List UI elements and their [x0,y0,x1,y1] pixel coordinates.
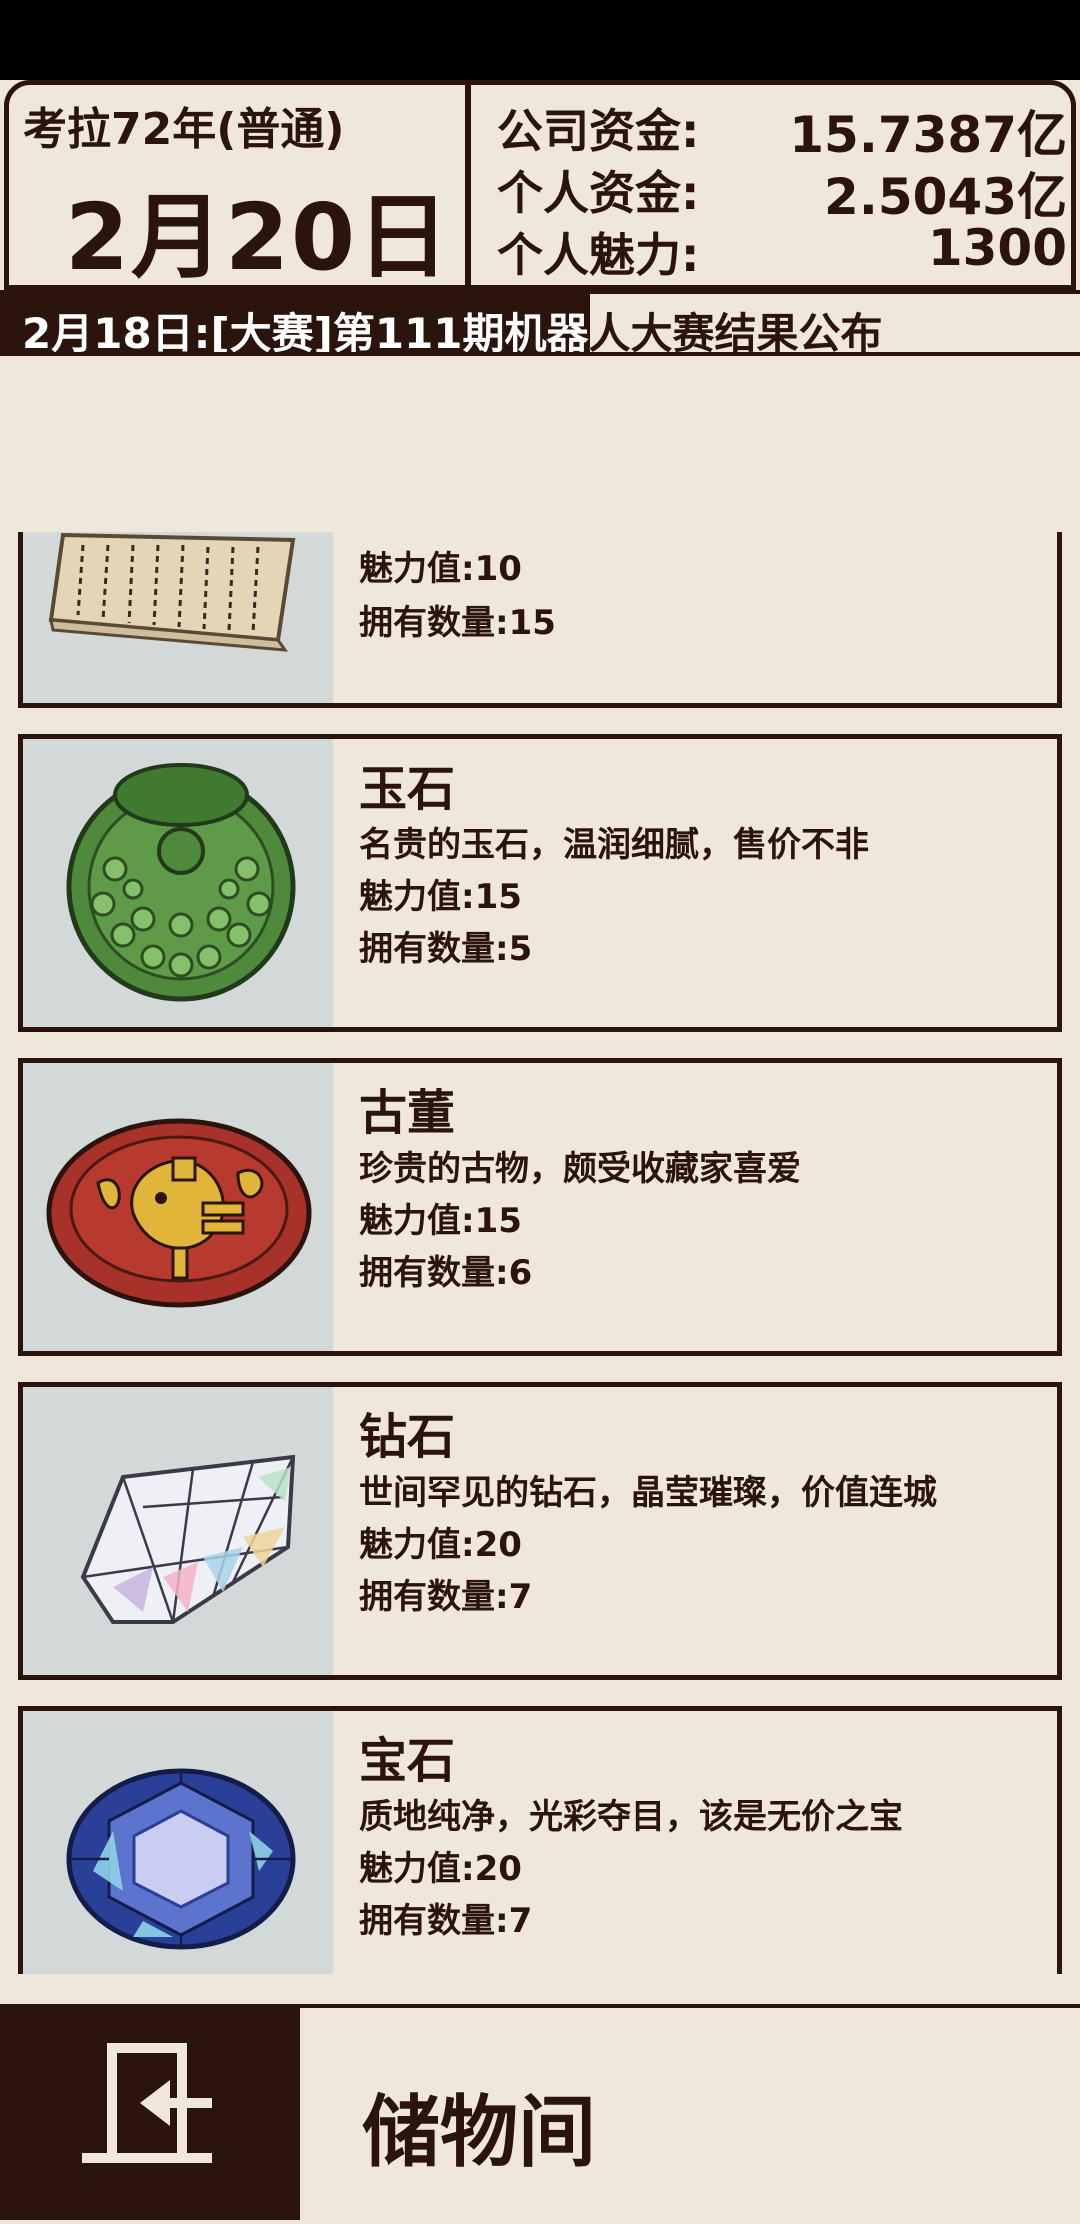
status-bar [0,0,1080,80]
diamond-icon [80,1454,296,1624]
date-label: 2月20日 [65,184,452,290]
item-count: 拥有数量:7 [359,1901,533,1941]
list-item[interactable]: 魅力值:10 拥有数量:15 [18,532,1062,708]
funds-box: 公司资金: 15.7387亿 个人资金: 2.5043亿 个人魅力: 1300 [471,85,1071,285]
item-name: 钻石 [359,1409,456,1465]
header-panel: 考拉72年(普通) 2月20日 公司资金: 15.7387亿 个人资金: 2.5… [4,80,1076,290]
antique-plate-icon [46,1118,312,1308]
item-name: 宝石 [359,1733,456,1789]
exit-icon [82,2043,212,2163]
news-highlight: 2月18日:[大赛]第111期机器人大赛结果公布 [0,294,590,352]
charm-label: 个人魅力: [497,228,700,282]
item-charm: 魅力值:20 [359,1525,522,1565]
item-image [23,739,333,1027]
charm-row: 个人魅力: 1300 [497,219,1067,282]
list-item[interactable]: 古董 珍贵的古物，颇受收藏家喜爱 魅力值:15 拥有数量:6 [18,1058,1062,1356]
item-charm: 魅力值:15 [359,1201,522,1241]
list-item[interactable]: 宝石 质地纯净，光彩夺目，该是无价之宝 魅力值:20 拥有数量:7 [18,1706,1062,1974]
item-description: 名贵的玉石，温润细腻，售价不非 [359,825,869,865]
list-item[interactable]: 钻石 世间罕见的钻石，晶莹璀璨，价值连城 魅力值:20 拥有数量:7 [18,1382,1062,1680]
list-item[interactable]: 玉石 名贵的玉石，温润细腻，售价不非 魅力值:15 拥有数量:5 [18,734,1062,1032]
company-funds-row: 公司资金: 15.7387亿 [497,95,1067,164]
jade-icon [66,763,296,1002]
item-image [23,1387,333,1675]
personal-funds-row: 个人资金: 2.5043亿 [497,157,1067,226]
company-funds-label: 公司资金: [497,104,700,158]
item-image [23,1711,333,1974]
item-image [23,1063,333,1351]
item-description: 质地纯净，光彩夺目，该是无价之宝 [359,1797,903,1837]
charm-value: 1300 [927,219,1067,277]
year-label: 考拉72年(普通) [23,104,345,155]
book-icon [48,532,296,652]
item-description: 珍贵的古物，颇受收藏家喜爱 [359,1149,801,1189]
item-count: 拥有数量:7 [359,1577,533,1617]
footer-bar: 储物间 [0,2004,1080,2220]
item-charm: 魅力值:20 [359,1849,522,1889]
personal-funds-label: 个人资金: [497,166,700,220]
item-description: 世间罕见的钻石，晶莹璀璨，价值连城 [359,1473,937,1513]
item-charm: 魅力值:15 [359,877,522,917]
news-text-highlight: 2月18日:[大赛]第111期机器人大赛结果公布 [22,309,590,352]
date-box: 考拉72年(普通) 2月20日 [9,85,471,290]
item-count: 拥有数量:6 [359,1253,533,1293]
item-charm: 魅力值:10 [359,549,522,589]
exit-button[interactable] [0,2008,300,2220]
page-title: 储物间 [362,2088,597,2178]
news-ticker[interactable]: 2月18日:[大赛]第111期机器人大赛结果公布 2月18日:[大赛]第111期… [0,290,1080,356]
storage-list[interactable]: 魅力值:10 拥有数量:15 玉石 名贵的玉石，温润细腻，售价不非 魅力值:15… [18,532,1062,1974]
item-name: 玉石 [359,761,456,817]
item-count: 拥有数量:15 [359,603,556,643]
item-image [23,532,333,703]
item-count: 拥有数量:5 [359,929,533,969]
item-name: 古董 [359,1085,456,1141]
gem-icon [66,1768,296,1950]
